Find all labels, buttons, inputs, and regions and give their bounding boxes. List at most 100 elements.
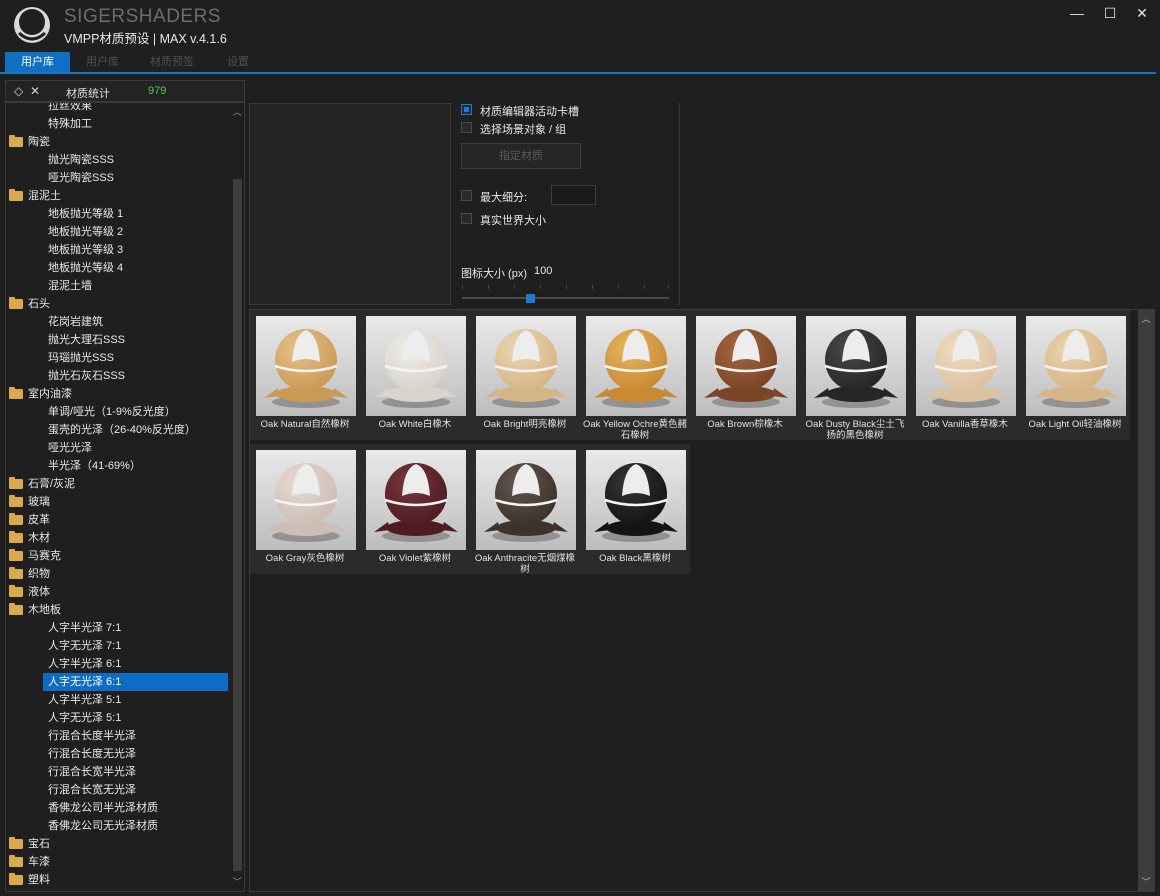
options-panel: 材质编辑器活动卡槽 选择场景对象 / 组 指定材质 最大细分: 真实世界大小 图…	[455, 103, 680, 305]
scroll-up-icon[interactable]: ︿	[230, 105, 244, 119]
tree-scrollbar[interactable]: ︿ ﹀	[230, 103, 244, 891]
tree-item[interactable]: 行混合长度半光泽	[6, 727, 228, 745]
tree-item-label: 抛光大理石SSS	[48, 334, 126, 346]
tree-folder[interactable]: 混泥土	[6, 187, 228, 205]
maximize-button[interactable]: ☐	[1095, 2, 1125, 24]
material-card[interactable]: Oak Yellow Ochre黄色赭石橡树	[580, 310, 690, 441]
slider-tick	[488, 285, 489, 289]
tree-item-label: 抛光陶瓷SSS	[48, 154, 115, 166]
tree-item[interactable]: 地板抛光等级 3	[6, 241, 228, 259]
tree-item-label: 蛋壳的光泽（26-40%反光度）	[48, 424, 196, 436]
material-thumbnail	[806, 316, 906, 416]
tree-item[interactable]: 哑光陶瓷SSS	[6, 169, 228, 187]
folder-icon	[9, 603, 23, 615]
tree-item[interactable]: 地板抛光等级 2	[6, 223, 228, 241]
material-name: Oak Vanilla香草橡木	[922, 419, 1008, 430]
tab-material-presets[interactable]: 材质预签	[136, 52, 208, 72]
active-slot-checkbox[interactable]	[461, 104, 472, 115]
material-card[interactable]: Oak Light Oil轻油橡树	[1020, 310, 1130, 440]
tree-item-label: 马赛克	[28, 550, 61, 562]
sigershaders-logo-icon	[14, 7, 50, 43]
tree-folder[interactable]: 木地板	[6, 601, 228, 619]
tree-item[interactable]: 抛光陶瓷SSS	[6, 151, 228, 169]
material-card[interactable]: Oak Natural自然橡树	[250, 310, 360, 440]
tree-item[interactable]: 香佛龙公司半光泽材质	[6, 799, 228, 817]
icon-size-slider-thumb[interactable]	[526, 294, 536, 303]
scroll-up-icon[interactable]: ︿	[1138, 312, 1154, 326]
minimize-button[interactable]: —	[1062, 2, 1092, 24]
max-subdiv-input[interactable]	[551, 185, 596, 205]
tree-item[interactable]: 花岗岩建筑	[6, 313, 228, 331]
tree-item-label: 石头	[28, 298, 50, 310]
tree-item[interactable]: 行混合长宽无光泽	[6, 781, 228, 799]
select-scene-label: 选择场景对象 / 组	[480, 124, 567, 136]
grid-scrollbar[interactable]: ︿ ﹀	[1138, 310, 1154, 891]
tree-item[interactable]: 半光泽（41-69%）	[6, 457, 228, 475]
close-button[interactable]: ✕	[1127, 2, 1157, 24]
tree-item[interactable]: 人字半光泽 6:1	[6, 655, 228, 673]
material-card[interactable]: Oak Gray灰色橡树	[250, 444, 360, 574]
tree-folder[interactable]: 陶瓷	[6, 133, 228, 151]
real-world-checkbox[interactable]	[461, 213, 472, 224]
tree-folder[interactable]: 宝石	[6, 835, 228, 853]
material-card[interactable]: Oak Anthracite无烟煤橡树	[470, 444, 580, 575]
material-stats-label: 材质统计	[66, 88, 110, 100]
tab-settings[interactable]: 设置	[213, 52, 263, 72]
tree-item[interactable]: 人字半光泽 7:1	[6, 619, 228, 637]
expand-all-icon[interactable]: ◇	[14, 84, 23, 98]
select-scene-checkbox[interactable]	[461, 122, 472, 133]
tree-item[interactable]: 特殊加工	[6, 115, 228, 133]
tree-item-label: 玛瑙抛光SSS	[48, 352, 115, 364]
icon-size-slider-track[interactable]	[462, 297, 669, 299]
tree-item[interactable]: 单调/哑光（1-9%反光度）	[6, 403, 228, 421]
tree-item[interactable]: 蛋壳的光泽（26-40%反光度）	[6, 421, 228, 439]
material-name: Oak Yellow Ochre黄色赭石橡树	[582, 419, 687, 441]
tree-item[interactable]: 地板抛光等级 1	[6, 205, 228, 223]
tree-item[interactable]: 人字无光泽 5:1	[6, 709, 228, 727]
real-world-label: 真实世界大小	[480, 215, 546, 227]
tree-item[interactable]: 混泥土墙	[6, 277, 228, 295]
tree-folder[interactable]: 液体	[6, 583, 228, 601]
icon-size-value: 100	[534, 265, 553, 277]
collapse-all-icon[interactable]: ✕	[30, 84, 40, 98]
tree-folder[interactable]: 玻璃	[6, 493, 228, 511]
tree-folder[interactable]: 马赛克	[6, 547, 228, 565]
tree-folder[interactable]: 木材	[6, 529, 228, 547]
tree-item[interactable]: 玛瑙抛光SSS	[6, 349, 228, 367]
tree-folder[interactable]: 室内油漆	[6, 385, 228, 403]
scroll-down-icon[interactable]: ﹀	[1138, 875, 1154, 889]
tree-folder[interactable]: 织物	[6, 565, 228, 583]
tab-user-library-2[interactable]: 用户库	[72, 52, 133, 72]
scroll-down-icon[interactable]: ﹀	[230, 875, 244, 889]
assign-material-button[interactable]: 指定材质	[461, 143, 581, 169]
tree-item[interactable]: 拉丝效果	[6, 103, 228, 115]
tree-item[interactable]: 哑光光泽	[6, 439, 228, 457]
material-card[interactable]: Oak Dusty Black尘土飞扬的黑色橡树	[800, 310, 910, 441]
tree-item[interactable]: 抛光大理石SSS	[6, 331, 228, 349]
tree-item[interactable]: 行混合长度无光泽	[6, 745, 228, 763]
tree-item[interactable]: 人字无光泽 7:1	[6, 637, 228, 655]
tree-item[interactable]: 抛光石灰石SSS	[6, 367, 228, 385]
tree-item[interactable]: 人字无光泽 6:1	[43, 673, 228, 691]
tree-folder[interactable]: 塑料	[6, 871, 228, 889]
material-card[interactable]: Oak Bright明亮橡树	[470, 310, 580, 440]
tree-folder[interactable]: 车漆	[6, 853, 228, 871]
material-card[interactable]: Oak White白橡木	[360, 310, 470, 440]
material-card[interactable]: Oak Violet紫橡树	[360, 444, 470, 574]
grid-scroll-thumb[interactable]	[1138, 310, 1154, 891]
tree-scroll-thumb[interactable]	[233, 179, 242, 871]
tree-folder[interactable]: 石膏/灰泥	[6, 475, 228, 493]
material-card[interactable]: Oak Vanilla香草橡木	[910, 310, 1020, 440]
tree-folder[interactable]: 皮革	[6, 511, 228, 529]
tree-item[interactable]: 人字半光泽 5:1	[6, 691, 228, 709]
tree-item[interactable]: 香佛龙公司无光泽材质	[6, 817, 228, 835]
tab-user-library[interactable]: 用户库	[5, 52, 70, 72]
tree-folder[interactable]: 石头	[6, 295, 228, 313]
material-card[interactable]: Oak Black黑橡树	[580, 444, 690, 574]
folder-icon	[9, 513, 23, 525]
tree-item[interactable]: 地板抛光等级 4	[6, 259, 228, 277]
max-subdiv-checkbox[interactable]	[461, 190, 472, 201]
folder-icon	[9, 387, 23, 399]
material-card[interactable]: Oak Brown棕橡木	[690, 310, 800, 440]
tree-item[interactable]: 行混合长宽半光泽	[6, 763, 228, 781]
